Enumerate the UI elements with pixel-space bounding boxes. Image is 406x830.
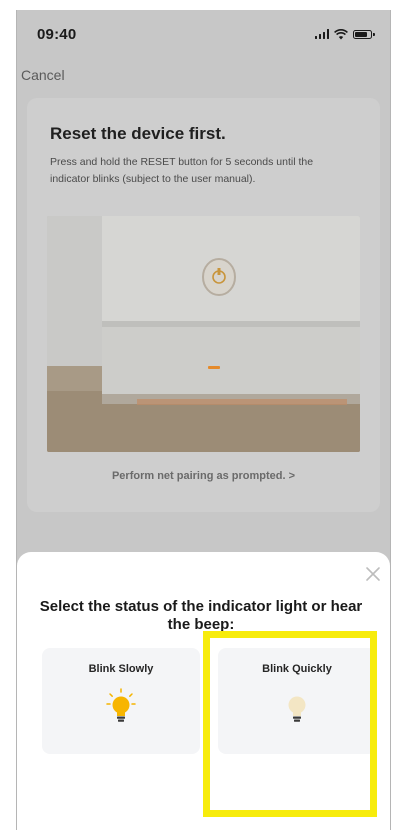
battery-icon xyxy=(353,29,375,39)
bulb-glowing-icon xyxy=(106,688,136,722)
status-time: 09:40 xyxy=(37,25,77,43)
reset-instructions-card: Reset the device first. Press and hold t… xyxy=(27,98,380,512)
cellular-signal-icon xyxy=(314,29,329,39)
sheet-title: Select the status of the indicator light… xyxy=(39,598,363,633)
blink-slowly-option[interactable]: Blink Slowly xyxy=(42,648,200,754)
close-icon[interactable] xyxy=(365,566,381,582)
reset-title: Reset the device first. xyxy=(50,124,226,143)
reset-description: Press and hold the RESET button for 5 se… xyxy=(50,156,314,185)
cancel-button[interactable]: Cancel xyxy=(21,67,65,83)
option-label: Blink Quickly xyxy=(262,663,332,675)
status-icons xyxy=(314,28,375,40)
wifi-icon xyxy=(334,28,348,39)
blink-quickly-option[interactable]: Blink Quickly xyxy=(218,648,376,754)
net-pairing-link[interactable]: Perform net pairing as prompted. > xyxy=(27,470,380,482)
option-label: Blink Slowly xyxy=(88,663,154,675)
phone-screen: 09:40 Cancel Reset the device first. Pre… xyxy=(16,10,391,830)
device-photo xyxy=(47,216,360,452)
status-bar: 09:40 xyxy=(17,10,390,58)
indicator-status-sheet: Select the status of the indicator light… xyxy=(17,552,390,830)
bulb-dim-icon xyxy=(288,696,306,722)
